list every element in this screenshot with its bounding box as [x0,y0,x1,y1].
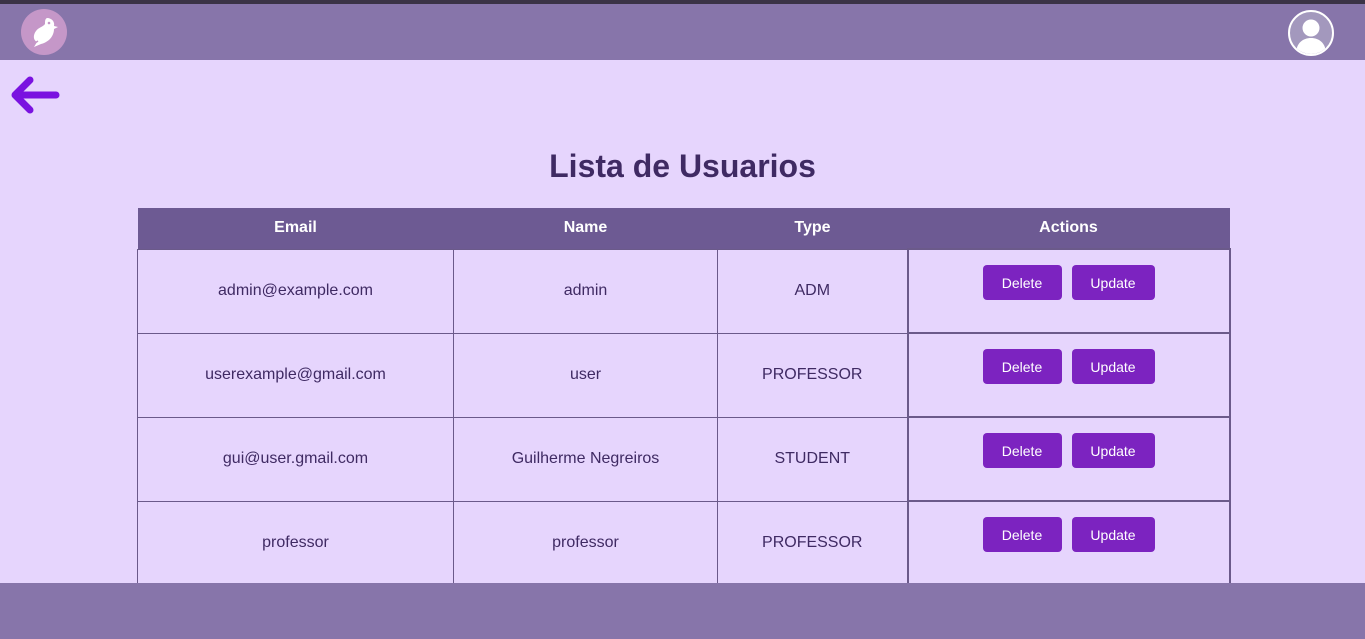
type-cell: PROFESSOR [717,500,908,586]
name-cell: professor [453,500,718,586]
delete-button[interactable]: Delete [982,433,1062,468]
update-button[interactable]: Update [1071,433,1155,468]
email-cell: gui@user.gmail.com [137,416,454,502]
column-header-name: Name [453,208,718,249]
column-header-type: Type [717,208,908,249]
actions-cell: Delete Update [906,500,1231,586]
page-title: Lista de Usuarios [549,148,816,184]
bird-logo-icon[interactable] [21,9,67,55]
update-button[interactable]: Update [1071,517,1155,552]
back-arrow-button[interactable] [9,74,61,116]
name-cell: Guilherme Negreiros [453,416,718,502]
column-header-actions: Actions [907,208,1230,249]
column-header-email: Email [137,208,454,249]
update-button[interactable]: Update [1071,265,1155,300]
table-row: gui@user.gmail.com Guilherme Negreiros S… [137,416,1231,502]
name-cell: admin [453,248,718,334]
actions-cell: Delete Update [906,248,1231,334]
arrow-left-icon [11,76,60,114]
top-navbar [0,4,1365,60]
type-cell: ADM [717,248,908,334]
delete-button[interactable]: Delete [982,265,1062,300]
email-cell: admin@example.com [137,248,454,334]
update-button[interactable]: Update [1071,349,1155,384]
actions-cell: Delete Update [906,332,1231,418]
actions-cell: Delete Update [906,416,1231,502]
email-cell: userexample@gmail.com [137,332,454,418]
table-row: professor professor PROFESSOR Delete Upd… [137,500,1231,586]
users-table: Email Name Type Actions admin@example.co… [137,208,1231,586]
table-row: admin@example.com admin ADM Delete Updat… [137,248,1231,334]
table-row: userexample@gmail.com user PROFESSOR Del… [137,332,1231,418]
type-cell: PROFESSOR [717,332,908,418]
email-cell: professor [137,500,454,586]
delete-button[interactable]: Delete [982,349,1062,384]
name-cell: user [453,332,718,418]
user-avatar-icon[interactable] [1288,10,1334,56]
delete-button[interactable]: Delete [982,517,1062,552]
page-footer [0,583,1365,639]
type-cell: STUDENT [717,416,908,502]
table-header-row: Email Name Type Actions [137,208,1230,249]
